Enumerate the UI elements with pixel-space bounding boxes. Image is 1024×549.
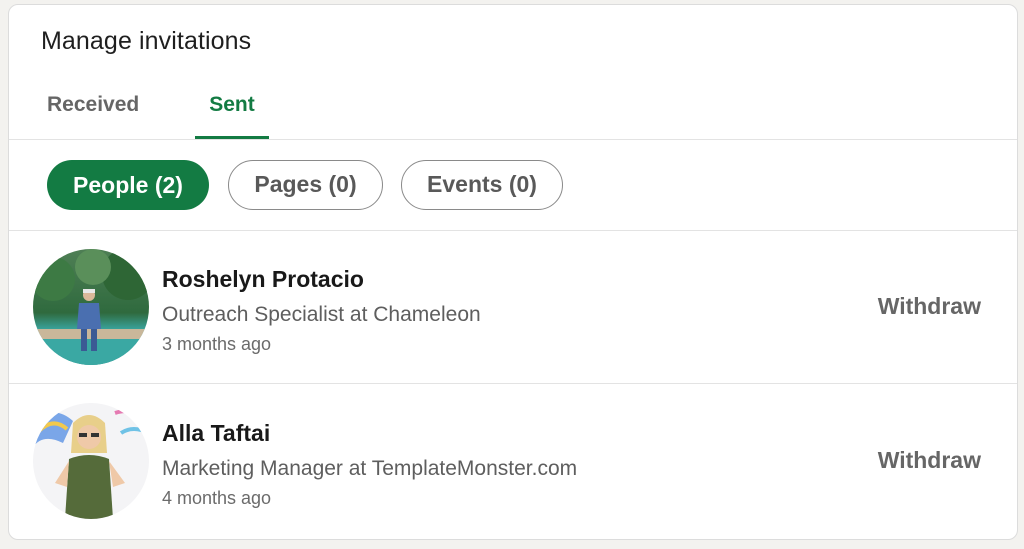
- invitation-time: 4 months ago: [162, 488, 272, 508]
- avatar-photo-icon: [33, 403, 149, 519]
- invitation-row: Alla Taftai Marketing Manager at Templat…: [9, 384, 1017, 538]
- manage-invitations-card: Manage invitations Received Sent People …: [8, 4, 1018, 540]
- invitee-headline: Outreach Specialist at Chameleon: [162, 303, 481, 326]
- withdraw-button[interactable]: Withdraw: [878, 447, 981, 474]
- invitation-tabs: Received Sent: [9, 85, 1017, 140]
- withdraw-button[interactable]: Withdraw: [878, 293, 981, 320]
- invitee-name[interactable]: Roshelyn Protacio: [162, 266, 364, 293]
- invitee-headline: Marketing Manager at TemplateMonster.com: [162, 457, 578, 480]
- invitation-row: Roshelyn Protacio Outreach Specialist at…: [9, 230, 1017, 384]
- avatar[interactable]: [33, 249, 149, 365]
- filter-pages-pill[interactable]: Pages (0): [228, 160, 383, 210]
- avatar[interactable]: [33, 403, 149, 519]
- tab-sent[interactable]: Sent: [195, 85, 269, 139]
- invitation-time: 3 months ago: [162, 334, 272, 354]
- filter-events-pill[interactable]: Events (0): [401, 160, 563, 210]
- invitee-name[interactable]: Alla Taftai: [162, 420, 270, 447]
- filter-pills: People (2) Pages (0) Events (0): [9, 140, 1017, 231]
- avatar-photo-icon: [33, 249, 149, 365]
- tab-received[interactable]: Received: [47, 85, 147, 139]
- filter-people-pill[interactable]: People (2): [47, 160, 209, 210]
- card-title: Manage invitations: [41, 27, 252, 55]
